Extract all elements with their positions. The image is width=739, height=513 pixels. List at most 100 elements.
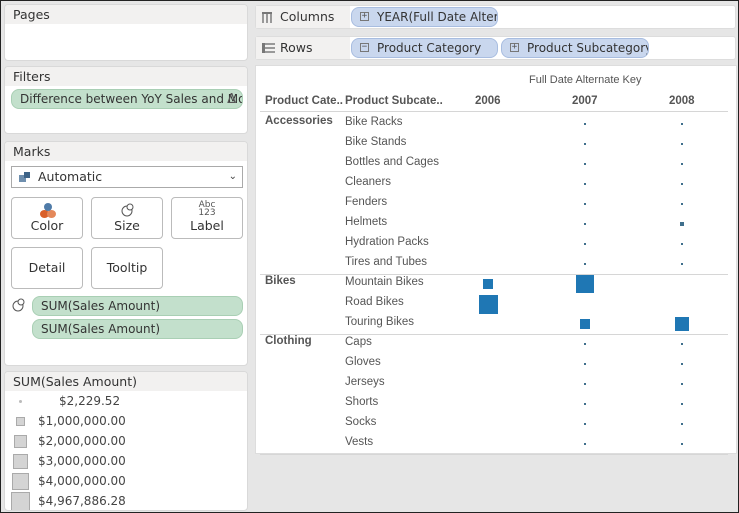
tooltip-button[interactable]: Tooltip [91, 247, 163, 289]
size-mark[interactable] [583, 382, 587, 386]
subcategory-label[interactable]: Gloves [345, 356, 381, 368]
legend-item: $4,000,000.00 [5, 471, 245, 491]
subcategory-label[interactable]: Socks [345, 416, 376, 428]
pages-title: Pages [5, 5, 247, 24]
marks-title: Marks [5, 142, 247, 161]
size-mark[interactable] [584, 363, 586, 365]
automatic-mark-icon [19, 172, 31, 182]
size-mark[interactable] [584, 423, 586, 425]
size-mark[interactable] [584, 123, 586, 125]
size-mark[interactable] [681, 243, 683, 245]
size-mark[interactable] [681, 423, 683, 425]
subcategory-label[interactable]: Bike Racks [345, 116, 403, 128]
legend-size-swatch [12, 453, 28, 469]
size-mark[interactable] [584, 203, 586, 205]
filter-pill[interactable]: Difference between YoY Sales and Mo.. Δ [11, 89, 243, 109]
rows-shelf[interactable]: Rows − Product Category + Product Subcateg… [255, 36, 736, 60]
size-mark[interactable] [681, 203, 683, 205]
size-mark[interactable] [681, 183, 683, 185]
category-divider [260, 334, 728, 335]
subcategory-label[interactable]: Tires and Tubes [345, 256, 427, 268]
category-label[interactable]: Accessories [265, 115, 333, 127]
year-header-2007[interactable]: 2007 [572, 95, 598, 107]
size-mark[interactable] [680, 382, 684, 386]
size-field-label: SUM(Sales Amount) [41, 299, 161, 313]
subcategory-label[interactable]: Bike Stands [345, 136, 406, 148]
year-header-2006[interactable]: 2006 [475, 95, 501, 107]
row-header-category[interactable]: Product Cate.. [265, 95, 343, 107]
legend-item: $2,229.52 [5, 391, 245, 411]
rows-shelf-label: Rows [256, 37, 350, 59]
legend-size-swatch [10, 491, 30, 510]
category-label[interactable]: Clothing [265, 335, 312, 347]
size-mark[interactable] [681, 443, 683, 445]
mark-type-value: Automatic [38, 169, 103, 184]
subcategory-label[interactable]: Road Bikes [345, 296, 404, 308]
subcategory-label[interactable]: Fenders [345, 196, 387, 208]
size-mark[interactable] [675, 317, 689, 331]
legend-size-swatch [11, 472, 29, 490]
legend-item: $1,000,000.00 [5, 411, 245, 431]
size-mark[interactable] [584, 143, 586, 145]
mark-type-dropdown[interactable]: Automatic ⌄ [11, 166, 243, 188]
size-mark[interactable] [680, 222, 684, 226]
size-mark[interactable] [583, 262, 587, 266]
expand-icon[interactable]: + [360, 12, 369, 21]
size-mark[interactable] [579, 318, 591, 330]
row-header-subcategory[interactable]: Product Subcate.. [345, 95, 443, 107]
size-mark[interactable] [584, 443, 586, 445]
subcategory-label[interactable]: Shorts [345, 396, 378, 408]
size-mark[interactable] [576, 275, 594, 293]
columns-shelf[interactable]: Columns +YEAR(Full Date Altern.. [255, 5, 736, 29]
detail-field-pill[interactable]: SUM(Sales Amount) [32, 319, 243, 339]
size-mark[interactable] [681, 143, 683, 145]
subcategory-label[interactable]: Jerseys [345, 376, 385, 388]
size-mark[interactable] [482, 278, 494, 290]
color-button-label: Color [30, 218, 64, 233]
detail-button[interactable]: Detail [11, 247, 83, 289]
rows-pill-category[interactable]: − Product Category [351, 38, 498, 58]
subcategory-label[interactable]: Caps [345, 336, 372, 348]
columns-pill-year[interactable]: +YEAR(Full Date Altern.. [351, 7, 498, 27]
size-mark[interactable] [584, 343, 586, 345]
size-mark[interactable] [584, 243, 586, 245]
size-mark[interactable] [583, 222, 587, 226]
subcategory-label[interactable]: Vests [345, 436, 373, 448]
size-mark[interactable] [680, 262, 684, 266]
size-button[interactable]: Size [91, 197, 163, 239]
tooltip-button-label: Tooltip [106, 260, 148, 275]
subcategory-label[interactable]: Mountain Bikes [345, 276, 424, 288]
subcategory-label[interactable]: Cleaners [345, 176, 391, 188]
label-button-label: Label [190, 218, 224, 233]
legend-item: $2,000,000.00 [5, 431, 245, 451]
label-button[interactable]: Abc 123 Label [171, 197, 243, 239]
detail-button-label: Detail [28, 260, 66, 275]
subcategory-label[interactable]: Hydration Packs [345, 236, 429, 248]
color-button[interactable]: Color [11, 197, 83, 239]
size-icon [121, 203, 134, 217]
year-header-2008[interactable]: 2008 [669, 95, 695, 107]
legend-label: $4,000,000.00 [38, 474, 126, 488]
category-label[interactable]: Bikes [265, 275, 296, 287]
subcategory-label[interactable]: Bottles and Cages [345, 156, 439, 168]
subcategory-label[interactable]: Helmets [345, 216, 387, 228]
expand-icon[interactable]: + [510, 43, 519, 52]
subcategory-label[interactable]: Touring Bikes [345, 316, 414, 328]
label-icon: Abc 123 [198, 200, 216, 218]
size-mark[interactable] [681, 403, 683, 405]
columns-shelf-label: Columns [256, 6, 350, 28]
size-mark[interactable] [680, 122, 684, 126]
color-icon [40, 203, 56, 218]
size-mark[interactable] [681, 343, 683, 345]
size-field-pill[interactable]: SUM(Sales Amount) [32, 296, 243, 316]
category-divider [260, 454, 728, 455]
size-mark[interactable] [584, 183, 586, 185]
size-mark[interactable] [584, 403, 586, 405]
collapse-icon[interactable]: − [360, 43, 369, 52]
size-mark[interactable] [681, 163, 683, 165]
size-mark[interactable] [478, 294, 498, 314]
rows-pill-subcategory[interactable]: + Product Subcategory [501, 38, 649, 58]
size-mark[interactable] [584, 163, 586, 165]
size-mark[interactable] [681, 363, 683, 365]
legend-label: $2,229.52 [59, 394, 121, 408]
